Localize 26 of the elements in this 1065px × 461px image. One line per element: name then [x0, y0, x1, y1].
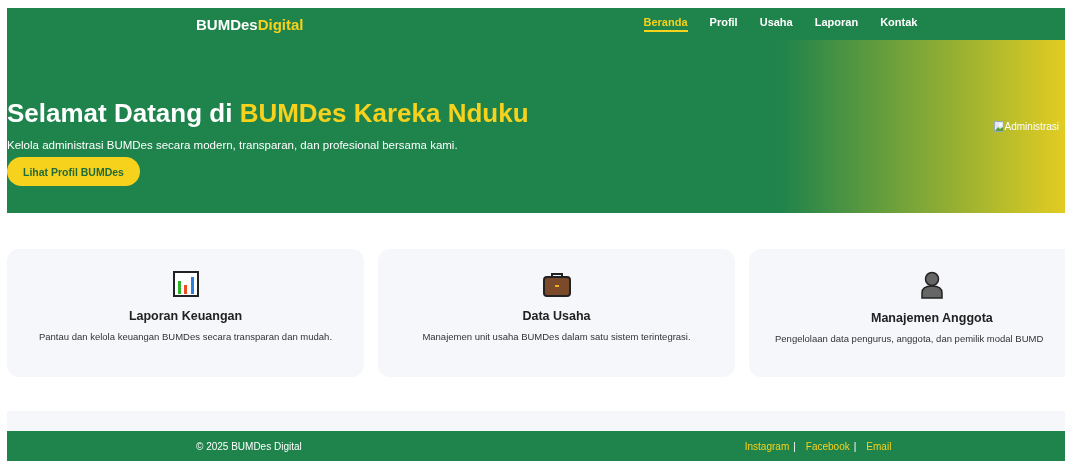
- hero-title: Selamat Datang di BUMDes Kareka Nduku: [7, 98, 530, 129]
- bar-chart-icon: [172, 271, 199, 297]
- feature-description: Pengelolaan data pengurus, anggota, dan pemilik modal BUMD: [775, 333, 1044, 344]
- nav-link[interactable]: Laporan: [814, 16, 859, 32]
- feature-title: Data Usaha: [522, 309, 591, 323]
- feature-title: Laporan Keuangan: [128, 309, 243, 323]
- feature-description: Pantau dan kelola keuangan BUMDes secara transparan dan mudah.: [38, 331, 333, 342]
- copyright-text: © 2025 BUMDes Digital: [196, 440, 302, 452]
- briefcase-icon: [542, 271, 571, 297]
- image-alt-text: Administrasi: [1004, 121, 1059, 132]
- nav-link[interactable]: Beranda: [643, 16, 688, 32]
- nav-link[interactable]: Usaha: [759, 16, 793, 32]
- feature-description: Manajemen unit usaha BUMDes dalam satu sistem terintegrasi.: [422, 331, 691, 342]
- footer-link[interactable]: Instagram: [744, 440, 790, 452]
- nav-link[interactable]: Profil: [709, 16, 738, 32]
- link-separator: |: [853, 440, 857, 452]
- broken-image-icon: [993, 121, 1004, 132]
- feature-title: Manajemen Anggota: [871, 311, 993, 325]
- footer-link[interactable]: Email: [866, 440, 892, 452]
- site-logo[interactable]: BUMDesDigital: [196, 15, 304, 33]
- footer-link[interactable]: Facebook: [805, 440, 850, 452]
- link-separator: |: [793, 440, 796, 452]
- nav-link[interactable]: Kontak: [880, 16, 918, 32]
- profile-button[interactable]: Lihat Profil BUMDes: [7, 157, 140, 186]
- person-icon: [920, 271, 944, 299]
- hero-subtitle: Kelola administrasi BUMDes secara modern, transparan, dan profesional bersama kami.: [7, 139, 459, 151]
